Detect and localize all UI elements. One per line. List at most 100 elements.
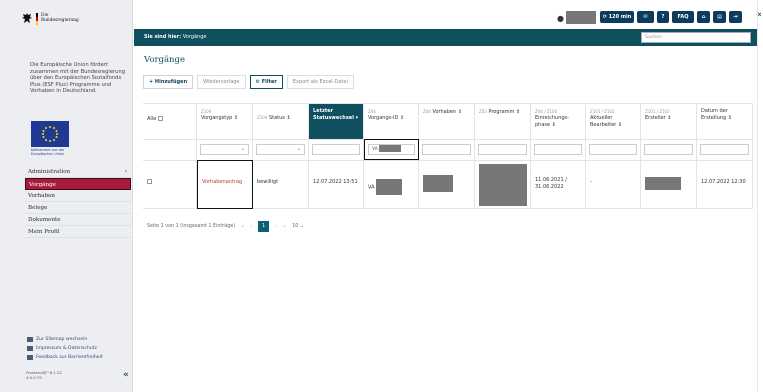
feedback-link-label: Feedback zur Barrierefreiheit: [36, 355, 103, 360]
filter-cell-programme: [475, 139, 531, 160]
mail-icon: ✉: [643, 14, 648, 20]
filter-cell-type: ⌄: [197, 139, 253, 160]
filter-cell-last-change: [309, 139, 364, 160]
column-label: Vorgangs-ID ⇕: [368, 115, 405, 121]
filter-button[interactable]: ⚙ Filter: [249, 75, 283, 89]
select-all-checkbox[interactable]: [157, 116, 163, 121]
eu-funding-text: Die Europäische Union fördert zusammen m…: [30, 62, 126, 94]
search-input[interactable]: Suchen: [641, 32, 751, 43]
sidebar-item-administration[interactable]: Administration ›: [25, 166, 131, 178]
redacted-id: [376, 179, 403, 195]
row-creator-cell: [641, 160, 697, 209]
last-change-filter-input[interactable]: [312, 144, 360, 155]
imprint-link[interactable]: Impressum & Datenschutz: [27, 344, 103, 353]
sidebar-item-belege[interactable]: Belege: [25, 202, 131, 214]
project-filter-input[interactable]: [422, 144, 471, 155]
row-checkbox[interactable]: [147, 179, 152, 184]
chevron-down-icon: ⌄: [296, 146, 301, 152]
pagination-info: Seite 1 von 1 (insgesamt 1 Einträge): [147, 224, 236, 229]
sitemap-link[interactable]: Zur Sitemap wechseln: [27, 335, 103, 344]
help-icon: ?: [661, 14, 665, 20]
logout-button[interactable]: ⇥: [729, 11, 742, 23]
toolbar: + Hinzufügen Wiedervorlage ⚙ Filter Expo…: [143, 75, 354, 89]
column-label: Einreichungs-phase ⇕: [535, 115, 569, 128]
eu-stars-icon: [42, 126, 58, 142]
print-button[interactable]: ▤: [713, 11, 726, 23]
sitemap-link-label: Zur Sitemap wechseln: [36, 337, 88, 342]
creator-filter-input[interactable]: [644, 144, 693, 155]
add-button[interactable]: + Hinzufügen: [143, 75, 194, 89]
row-type-link[interactable]: Vorhabenantrag: [202, 179, 242, 185]
export-excel-button[interactable]: Export als Excel-Datei: [286, 75, 354, 89]
column-header-programme[interactable]: Z03 Programm ⇕: [475, 103, 531, 139]
next-page-icon[interactable]: ›: [275, 224, 277, 230]
resubmit-button[interactable]: Wiedervorlage: [197, 75, 246, 89]
session-timer-button[interactable]: ⟳ 120 min: [600, 11, 634, 23]
column-header-last-change[interactable]: Letzter Statuswechsel ▾: [309, 103, 364, 139]
redacted-username: [566, 11, 596, 24]
filter-cell-empty: [143, 139, 197, 160]
row-type-cell: Vorhabenantrag: [197, 160, 253, 209]
right-border: [757, 0, 758, 392]
row-id-prefix: VA: [368, 184, 375, 191]
faq-button[interactable]: FAQ: [672, 11, 694, 23]
column-header-select-all[interactable]: Alle: [143, 103, 197, 139]
sidebar-item-dokumente[interactable]: Dokumente: [25, 214, 131, 226]
editor-filter-input[interactable]: [589, 144, 637, 155]
home-icon: ⌂: [701, 14, 706, 20]
previous-page-icon[interactable]: ‹: [250, 224, 252, 230]
sidebar-item-label: Dokumente: [28, 217, 61, 223]
programme-filter-input[interactable]: [478, 144, 527, 155]
first-page-icon[interactable]: «: [241, 224, 244, 230]
created-filter-input[interactable]: [700, 144, 749, 155]
type-filter-select[interactable]: ⌄: [200, 144, 249, 155]
messages-button[interactable]: ✉: [637, 11, 654, 23]
logo-text: Die Bundesregierung: [41, 13, 79, 23]
last-page-icon[interactable]: »: [283, 224, 286, 230]
logout-icon: ⇥: [733, 14, 738, 20]
sidebar-item-label: Belege: [28, 205, 48, 211]
sidebar-item-vorhaben[interactable]: Vorhaben: [25, 190, 131, 202]
collapse-sidebar-button[interactable]: «: [123, 370, 129, 380]
chevron-down-icon: ⌄: [299, 224, 304, 229]
sidebar-item-label: Vorgänge: [29, 182, 56, 188]
sidebar-item-vorgaenge[interactable]: Vorgänge: [25, 178, 131, 190]
column-code: Z04: [423, 109, 431, 114]
eu-caption: Kofinanziert von der Europäischen Union: [31, 148, 65, 156]
breadcrumb-bar: Sie sind hier: Vorgänge Suchen: [134, 29, 758, 46]
column-header-id[interactable]: Z04 Vorgangs-ID ⇕: [364, 103, 419, 139]
faq-label: FAQ: [677, 14, 689, 20]
column-header-editor[interactable]: Z101 / Z102 Aktueller Bearbeiter ⇕: [586, 103, 641, 139]
clock-icon: ⟳: [602, 14, 607, 20]
eagle-icon: [22, 13, 32, 23]
row-phase-cell: 11.06.2021 / 31.06.2022: [531, 160, 586, 209]
column-header-project[interactable]: Z04 Vorhaben ⇕: [419, 103, 475, 139]
id-filter-input[interactable]: VA: [368, 144, 415, 155]
sidebar-item-profil[interactable]: Mein Profil: [25, 226, 131, 238]
column-header-type[interactable]: Z104 Vorgangstyp ⇕: [197, 103, 253, 139]
column-header-status[interactable]: Z104 Status ⇕: [253, 103, 309, 139]
column-code: Z101 / Z102: [645, 109, 670, 114]
row-editor-cell: -: [586, 160, 641, 209]
gear-icon: ⚙: [255, 79, 260, 85]
status-filter-select[interactable]: ⌄: [256, 144, 305, 155]
row-created-cell: 12.07.2022 12:30: [697, 160, 753, 209]
column-label: Status ⇕: [268, 115, 291, 121]
current-page-button[interactable]: 1: [258, 221, 270, 232]
row-last-change-cell: 12.07.2022 13:51: [309, 160, 364, 209]
phase-filter-input[interactable]: [534, 144, 582, 155]
column-header-creator[interactable]: Z101 / Z102 Ersteller ⇕: [641, 103, 697, 139]
help-button[interactable]: ?: [657, 11, 669, 23]
print-icon: ▤: [717, 14, 722, 20]
column-header-phase[interactable]: Z04 / Z100 Einreichungs-phase ⇕: [531, 103, 586, 139]
column-header-created[interactable]: Datum der Erstellung ⇕: [697, 103, 753, 139]
home-button[interactable]: ⌂: [697, 11, 710, 23]
redacted-id-fragment: [379, 145, 402, 152]
page-size-select[interactable]: 10 ⌄: [292, 224, 304, 229]
breadcrumb: Sie sind hier: Vorgänge: [144, 29, 206, 46]
breadcrumb-current[interactable]: Vorgänge: [183, 34, 207, 40]
eu-flag: [31, 121, 69, 147]
column-code: Z104: [257, 115, 268, 120]
feedback-link[interactable]: Feedback zur Barrierefreiheit: [27, 353, 103, 362]
filter-cell-status: ⌄: [253, 139, 309, 160]
